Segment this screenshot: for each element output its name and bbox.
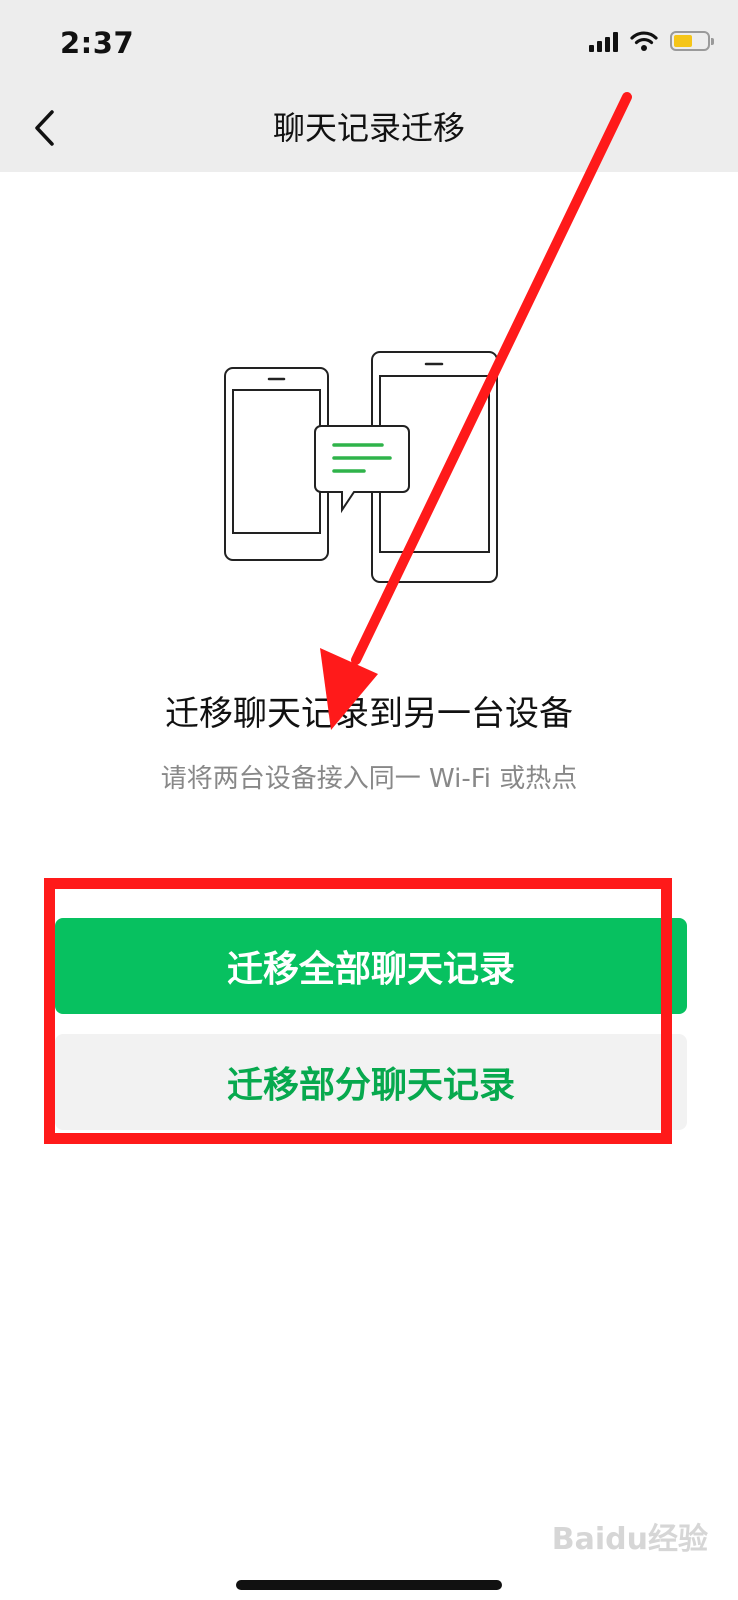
migrate-partial-button[interactable]: 迁移部分聊天记录 (55, 1034, 687, 1130)
watermark: Baidu经验 (551, 1522, 708, 1557)
subtext: 请将两台设备接入同一 Wi-Fi 或热点 (160, 764, 578, 794)
page-title: 聊天记录迁移 (272, 109, 465, 147)
top-bar: 2:37 聊天记录迁移 (0, 0, 738, 172)
home-indicator[interactable] (236, 1580, 502, 1590)
status-time: 2:37 (60, 26, 135, 60)
headline: 迁移聊天记录到另一台设备 (165, 694, 573, 734)
two-devices-chat-icon (224, 351, 498, 583)
annotation-arrow-icon (320, 92, 632, 730)
status-icons (589, 30, 714, 52)
wifi-icon (630, 31, 658, 51)
battery-icon (670, 31, 714, 51)
cellular-signal-icon (589, 30, 618, 52)
screen: 2:37 聊天记录迁移 迁移聊天记录到另一台设备 请将两台设备接入同一 Wi-F… (0, 0, 738, 1600)
migrate-all-button[interactable]: 迁移全部聊天记录 (55, 918, 687, 1014)
